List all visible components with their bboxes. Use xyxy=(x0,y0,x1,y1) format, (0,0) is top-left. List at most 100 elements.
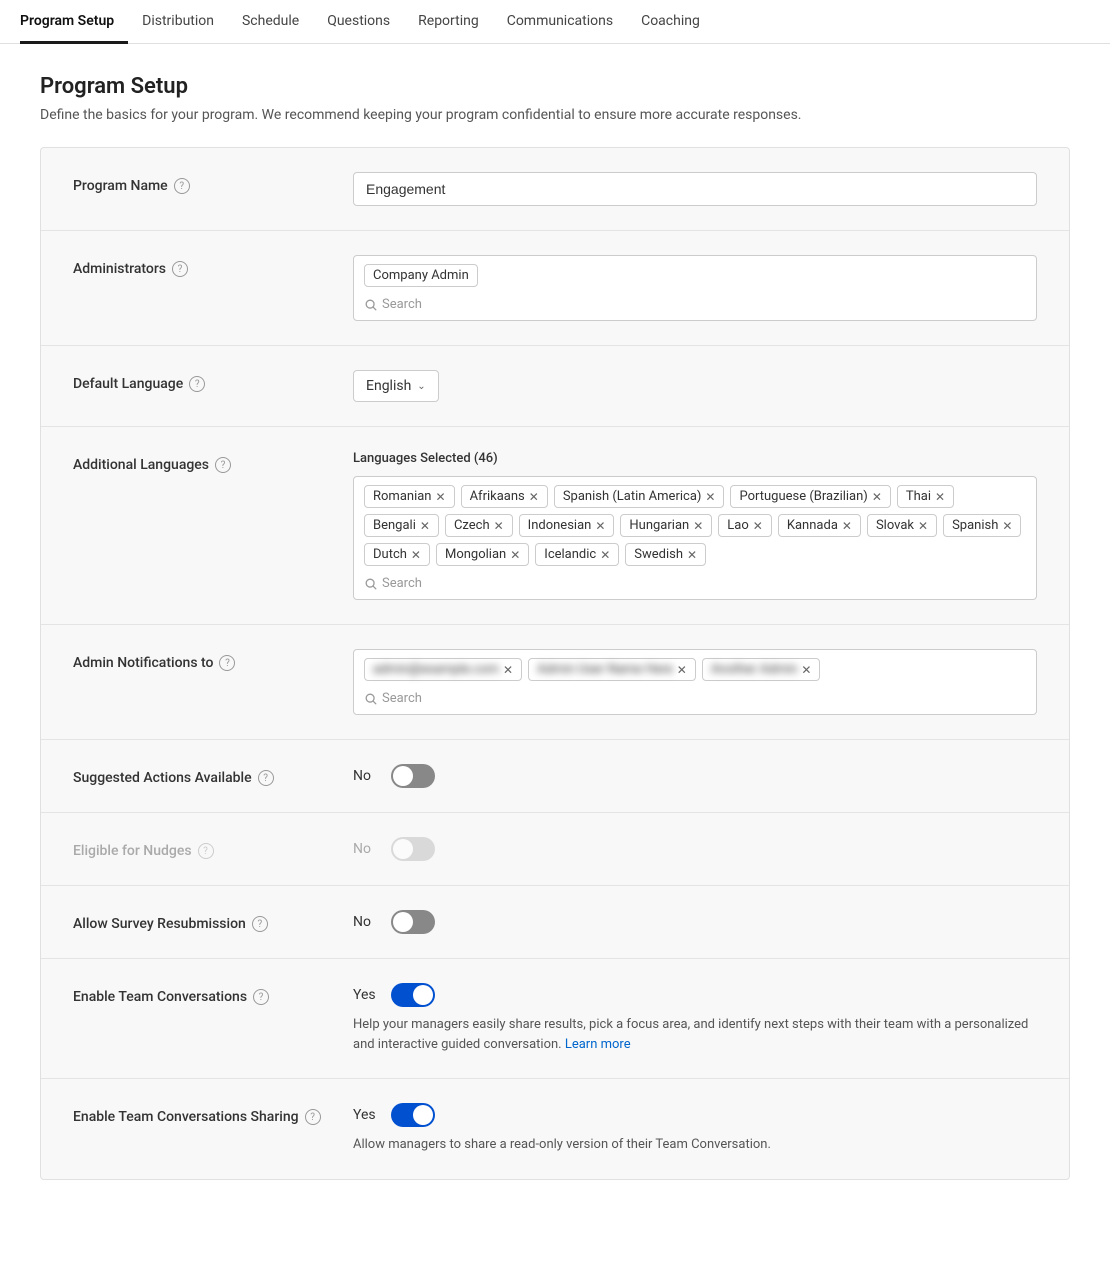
additional-languages-control: Languages Selected (46) Romanian ✕ Afrik… xyxy=(353,451,1037,600)
eligible-nudges-control: No xyxy=(353,837,1037,861)
learn-more-link[interactable]: Learn more xyxy=(565,1037,631,1052)
admin-notification-remove-1[interactable]: ✕ xyxy=(503,664,513,676)
lang-tag-thai: Thai ✕ xyxy=(897,485,954,508)
lang-remove-swedish[interactable]: ✕ xyxy=(687,549,697,561)
administrators-search-row: Search xyxy=(364,297,1026,312)
administrators-tag-container[interactable]: Company Admin Search xyxy=(353,255,1037,321)
enable-team-conversations-label-col: Enable Team Conversations ? xyxy=(73,983,353,1005)
additional-languages-label: Additional Languages xyxy=(73,457,209,473)
lang-remove-mongolian[interactable]: ✕ xyxy=(510,549,520,561)
enable-sharing-value-label: Yes xyxy=(353,1107,381,1123)
chevron-down-icon: ⌄ xyxy=(417,381,425,392)
languages-selected-count: Languages Selected (46) xyxy=(353,451,1037,466)
lang-remove-lao[interactable]: ✕ xyxy=(753,520,763,532)
additional-languages-search-placeholder: Search xyxy=(382,576,422,591)
lang-remove-slovak[interactable]: ✕ xyxy=(918,520,928,532)
nav-schedule[interactable]: Schedule xyxy=(228,0,313,44)
form-card: Program Name ? Administrators ? Company … xyxy=(40,147,1070,1180)
enable-team-conversations-control: Yes Help your managers easily share resu… xyxy=(353,983,1037,1054)
lang-remove-indonesian[interactable]: ✕ xyxy=(595,520,605,532)
enable-team-conversations-value-label: Yes xyxy=(353,987,381,1003)
enable-sharing-thumb xyxy=(413,1105,433,1125)
enable-sharing-toggle-row: Yes xyxy=(353,1103,1037,1127)
nav-questions[interactable]: Questions xyxy=(313,0,404,44)
program-name-input[interactable] xyxy=(353,172,1037,206)
enable-team-conversations-help-icon[interactable]: ? xyxy=(253,989,269,1005)
default-language-label: Default Language xyxy=(73,376,183,392)
additional-languages-tag-container[interactable]: Romanian ✕ Afrikaans ✕ Spanish (Latin Am… xyxy=(353,476,1037,600)
enable-sharing-control: Yes Allow managers to share a read-only … xyxy=(353,1103,1037,1155)
default-language-select[interactable]: English ⌄ xyxy=(353,370,439,402)
enable-team-conversations-row: Enable Team Conversations ? Yes Help you… xyxy=(41,959,1069,1079)
lang-remove-bengali[interactable]: ✕ xyxy=(420,520,430,532)
admin-notification-tag-3: Another Admin ✕ xyxy=(702,658,821,681)
eligible-nudges-toggle xyxy=(391,837,435,861)
lang-remove-afrikaans[interactable]: ✕ xyxy=(529,491,539,503)
suggested-actions-thumb xyxy=(393,766,413,786)
eligible-nudges-value-label: No xyxy=(353,841,381,857)
program-name-label-col: Program Name ? xyxy=(73,172,353,194)
allow-resubmission-label-col: Allow Survey Resubmission ? xyxy=(73,910,353,932)
eligible-nudges-track xyxy=(391,837,435,861)
additional-languages-search-icon xyxy=(364,577,378,591)
eligible-nudges-thumb xyxy=(393,839,413,859)
admin-notifications-search-icon xyxy=(364,692,378,706)
lang-remove-czech[interactable]: ✕ xyxy=(494,520,504,532)
allow-resubmission-help-icon[interactable]: ? xyxy=(252,916,268,932)
admin-notification-remove-3[interactable]: ✕ xyxy=(801,664,811,676)
suggested-actions-toggle[interactable] xyxy=(391,764,435,788)
default-language-row: Default Language ? English ⌄ xyxy=(41,346,1069,427)
nav-communications[interactable]: Communications xyxy=(493,0,627,44)
enable-team-conversations-thumb xyxy=(413,985,433,1005)
lang-remove-spanish-latin[interactable]: ✕ xyxy=(705,491,715,503)
nav-reporting[interactable]: Reporting xyxy=(404,0,493,44)
lang-remove-romanian[interactable]: ✕ xyxy=(436,491,446,503)
eligible-nudges-help-icon[interactable]: ? xyxy=(198,843,214,859)
enable-team-conversations-label: Enable Team Conversations xyxy=(73,989,247,1005)
suggested-actions-help-icon[interactable]: ? xyxy=(258,770,274,786)
eligible-nudges-label-col: Eligible for Nudges ? xyxy=(73,837,353,859)
allow-resubmission-toggle[interactable] xyxy=(391,910,435,934)
eligible-nudges-toggle-row: No xyxy=(353,837,1037,861)
lang-tag-spanish-latin: Spanish (Latin America) ✕ xyxy=(554,485,725,508)
lang-tag-portuguese-brazilian: Portuguese (Brazilian) ✕ xyxy=(730,485,890,508)
administrators-help-icon[interactable]: ? xyxy=(172,261,188,277)
enable-sharing-help-icon[interactable]: ? xyxy=(305,1109,321,1125)
admin-notification-remove-2[interactable]: ✕ xyxy=(677,664,687,676)
admin-notifications-help-icon[interactable]: ? xyxy=(219,655,235,671)
administrators-label: Administrators xyxy=(73,261,166,277)
program-name-help-icon[interactable]: ? xyxy=(174,178,190,194)
nav-distribution[interactable]: Distribution xyxy=(128,0,228,44)
lang-tag-icelandic: Icelandic ✕ xyxy=(535,543,619,566)
lang-tag-swedish: Swedish ✕ xyxy=(625,543,706,566)
default-language-help-icon[interactable]: ? xyxy=(189,376,205,392)
admin-notification-tag-1: admin@example.com ✕ xyxy=(364,658,522,681)
enable-sharing-toggle[interactable] xyxy=(391,1103,435,1127)
enable-team-conversations-description: Help your managers easily share results,… xyxy=(353,1015,1037,1054)
lang-remove-kannada[interactable]: ✕ xyxy=(842,520,852,532)
additional-languages-help-icon[interactable]: ? xyxy=(215,457,231,473)
lang-remove-icelandic[interactable]: ✕ xyxy=(600,549,610,561)
admin-notifications-search-placeholder: Search xyxy=(382,691,422,706)
enable-team-conversations-toggle[interactable] xyxy=(391,983,435,1007)
allow-resubmission-row: Allow Survey Resubmission ? No xyxy=(41,886,1069,959)
enable-sharing-description: Allow managers to share a read-only vers… xyxy=(353,1135,1037,1155)
page-description: Define the basics for your program. We r… xyxy=(40,107,1070,123)
suggested-actions-control: No xyxy=(353,764,1037,788)
lang-remove-spanish[interactable]: ✕ xyxy=(1002,520,1012,532)
allow-resubmission-thumb xyxy=(393,912,413,932)
lang-tag-dutch: Dutch ✕ xyxy=(364,543,430,566)
lang-remove-hungarian[interactable]: ✕ xyxy=(693,520,703,532)
nav-coaching[interactable]: Coaching xyxy=(627,0,714,44)
nav-program-setup[interactable]: Program Setup xyxy=(20,0,128,44)
lang-tag-kannada: Kannada ✕ xyxy=(778,514,861,537)
lang-remove-dutch[interactable]: ✕ xyxy=(411,549,421,561)
administrators-search-icon xyxy=(364,298,378,312)
allow-resubmission-value-label: No xyxy=(353,914,381,930)
lang-remove-portuguese-brazilian[interactable]: ✕ xyxy=(872,491,882,503)
lang-tag-indonesian: Indonesian ✕ xyxy=(519,514,615,537)
lang-remove-thai[interactable]: ✕ xyxy=(935,491,945,503)
admin-notifications-tag-container[interactable]: admin@example.com ✕ Admin User Name Here… xyxy=(353,649,1037,715)
admin-notifications-search-row: Search xyxy=(364,691,1026,706)
lang-tag-lao: Lao ✕ xyxy=(718,514,772,537)
